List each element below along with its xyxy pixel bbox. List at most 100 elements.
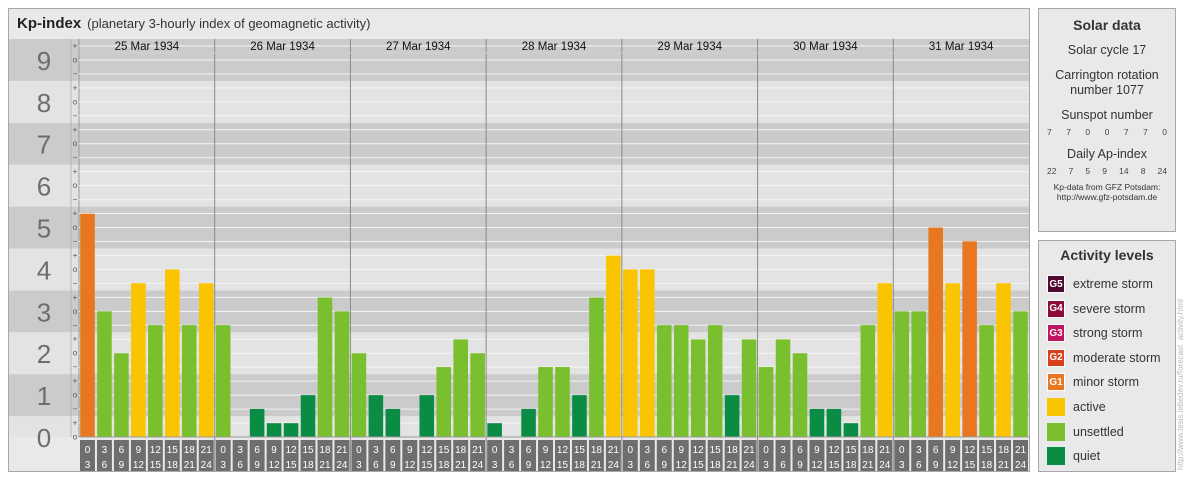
kp-bar <box>351 353 367 437</box>
activity-label: unsettled <box>1073 424 1124 439</box>
minor-tick-label: o <box>73 391 78 400</box>
interval-start-label: 21 <box>879 445 891 456</box>
interval-end-label: 24 <box>336 460 348 471</box>
kp-bar <box>606 255 621 437</box>
activity-label: severe storm <box>1073 301 1146 316</box>
sunspot-value-4: 7 <box>1123 127 1129 137</box>
minor-tick-label: − <box>73 69 78 78</box>
interval-end-label: 3 <box>628 460 634 471</box>
kp-bar <box>758 367 774 437</box>
day-label: 26 Mar 1934 <box>250 41 315 53</box>
interval-start-label: 21 <box>608 445 620 456</box>
interval-end-label: 15 <box>421 460 433 471</box>
kp-bar <box>843 423 859 437</box>
y-tick-label: 6 <box>37 172 51 202</box>
interval-start-label: 0 <box>899 445 905 456</box>
kp-bar <box>470 353 485 437</box>
interval-start-label: 15 <box>981 445 993 456</box>
credit-line-2: http://www.gfz-potsdam.de <box>1056 192 1158 202</box>
interval-start-label: 0 <box>763 445 769 456</box>
day-label: 28 Mar 1934 <box>522 41 587 53</box>
kp-bar <box>538 367 553 437</box>
ap-value-0: 22 <box>1047 166 1057 176</box>
ap-label: Daily Ap-index <box>1067 147 1147 161</box>
interval-end-label: 24 <box>1015 460 1027 471</box>
kp-bar <box>97 311 112 437</box>
sunspot-value-6: 0 <box>1162 127 1167 137</box>
interval-start-label: 6 <box>797 445 803 456</box>
kp-bar <box>419 395 435 437</box>
interval-end-label: 9 <box>254 460 260 471</box>
kp-bar <box>131 283 146 437</box>
interval-start-label: 9 <box>950 445 956 456</box>
activity-level-minor-storm: G1 minor storm <box>1047 373 1139 392</box>
kp-bar <box>283 423 299 437</box>
solar-cycle: Solar cycle 17 <box>1067 43 1147 57</box>
minor-tick-label: o <box>73 223 78 232</box>
interval-end-label: 3 <box>220 460 226 471</box>
activity-level-unsettled: unsettled <box>1047 422 1124 441</box>
minor-tick-label: − <box>73 321 78 330</box>
minor-tick-label: o <box>73 97 78 106</box>
interval-end-label: 6 <box>373 460 379 471</box>
interval-start-label: 3 <box>102 445 108 456</box>
minor-tick-label: − <box>73 153 78 162</box>
activity-label: moderate storm <box>1073 350 1161 365</box>
interval-start-label: 9 <box>136 445 142 456</box>
minor-tick-label: − <box>73 279 78 288</box>
interval-end-label: 3 <box>492 460 498 471</box>
activity-levels-header: Activity levels <box>1060 247 1154 263</box>
interval-start-label: 0 <box>220 445 226 456</box>
sunspot-value-3: 0 <box>1104 127 1110 137</box>
minor-tick-label: + <box>73 419 78 428</box>
activity-swatch: G4 <box>1047 299 1065 318</box>
interval-start-label: 6 <box>933 445 939 456</box>
y-tick-label: 5 <box>37 214 51 244</box>
activity-level-severe-storm: G4 severe storm <box>1047 299 1146 318</box>
interval-start-label: 12 <box>693 445 705 456</box>
kp-bar <box>996 283 1011 437</box>
interval-end-label: 9 <box>661 460 667 471</box>
interval-start-label: 9 <box>407 445 413 456</box>
interval-end-label: 6 <box>237 460 243 471</box>
day-label: 27 Mar 1934 <box>386 41 451 53</box>
activity-swatch <box>1047 398 1065 416</box>
interval-start-label: 3 <box>645 445 651 456</box>
activity-label: active <box>1073 400 1106 414</box>
activity-levels-panel: Activity levels G5 extreme storm G4 severe … <box>1038 240 1176 472</box>
minor-tick-label: + <box>73 251 78 260</box>
kp-bar <box>860 325 876 437</box>
kp-bar <box>453 339 468 437</box>
interval-start-label: 21 <box>201 445 213 456</box>
y-tick-label: 8 <box>37 88 51 118</box>
interval-end-label: 21 <box>319 460 331 471</box>
activity-label: minor storm <box>1073 375 1139 390</box>
kp-bar <box>385 408 401 437</box>
interval-end-label: 6 <box>509 460 515 471</box>
interval-end-label: 15 <box>828 460 840 471</box>
minor-tick-label: − <box>73 363 78 372</box>
kp-bar <box>911 311 927 437</box>
interval-end-label: 15 <box>693 460 705 471</box>
credit-line-1: Kp-data from GFZ Potsdam: <box>1053 182 1161 192</box>
minor-tick-label: − <box>73 111 78 120</box>
interval-start-label: 0 <box>356 445 362 456</box>
interval-end-label: 9 <box>933 460 939 471</box>
activity-swatch: G5 <box>1047 275 1065 293</box>
interval-end-label: 18 <box>981 460 993 471</box>
ap-value-3: 9 <box>1102 166 1107 176</box>
interval-end-label: 12 <box>133 460 145 471</box>
interval-start-label: 15 <box>574 445 586 456</box>
minor-tick-label: o <box>73 307 78 316</box>
interval-end-label: 3 <box>356 460 362 471</box>
ap-value-5: 8 <box>1140 166 1146 176</box>
kp-bar <box>249 408 265 437</box>
minor-tick-label: o <box>73 265 78 274</box>
minor-tick-label: o <box>73 139 78 148</box>
minor-tick-label: + <box>73 209 78 218</box>
minor-tick-label: − <box>73 237 78 246</box>
y-tick-label: 0 <box>37 423 51 453</box>
minor-tick-label: + <box>73 335 78 344</box>
ap-value-4: 14 <box>1119 166 1129 176</box>
sunspot-label: Sunspot number <box>1061 108 1153 122</box>
